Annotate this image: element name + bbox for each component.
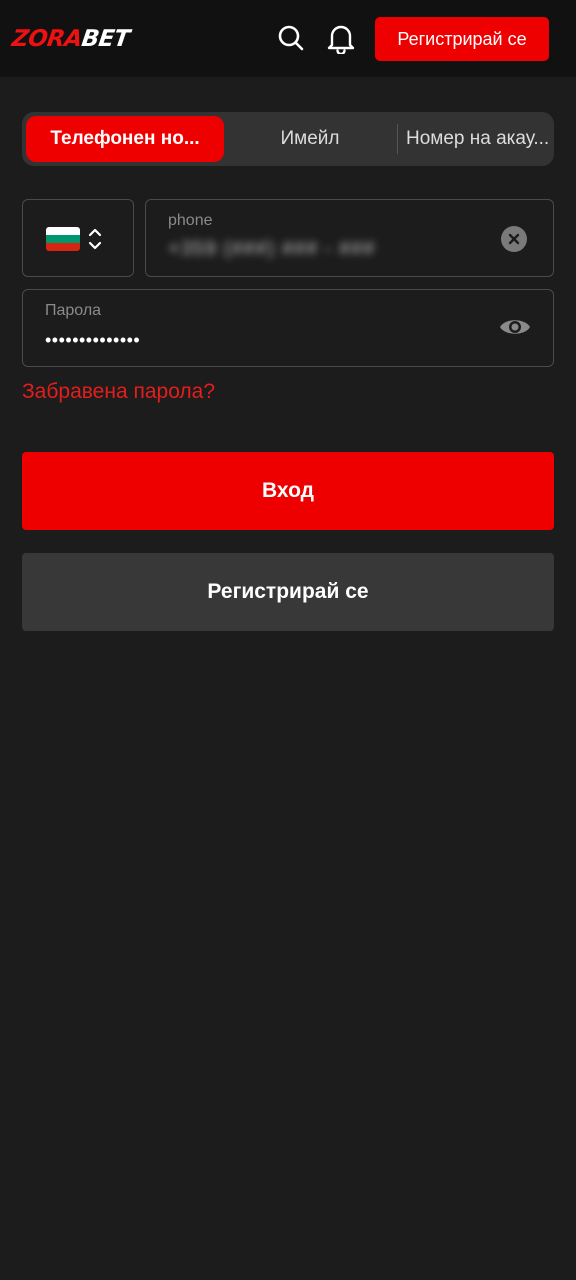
tab-email[interactable]: Имейл bbox=[224, 116, 396, 162]
tab-account-number[interactable]: Номер на акау... bbox=[398, 116, 550, 162]
top-header: ZORABET Регистрирай се bbox=[0, 0, 576, 77]
phone-value[interactable]: +359 (###) ### - ### bbox=[168, 238, 375, 261]
password-input[interactable]: Парола •••••••••••••• bbox=[22, 289, 554, 367]
forgot-password-link[interactable]: Забравена парола? bbox=[22, 380, 215, 404]
phone-input[interactable]: phone +359 (###) ### - ### bbox=[145, 199, 554, 277]
search-icon[interactable] bbox=[275, 22, 307, 54]
password-value[interactable]: •••••••••••••• bbox=[45, 330, 140, 351]
country-code-selector[interactable] bbox=[22, 199, 134, 277]
logo-text-zora: ZORA bbox=[10, 26, 84, 52]
bell-icon[interactable] bbox=[325, 22, 357, 54]
zorabet-logo[interactable]: ZORABET bbox=[10, 24, 131, 54]
chevron-up-down-icon bbox=[87, 226, 103, 257]
bulgaria-flag-icon bbox=[46, 227, 80, 251]
clear-icon[interactable] bbox=[501, 226, 527, 252]
password-label: Парола bbox=[45, 302, 102, 319]
logo-text-bet: BET bbox=[79, 26, 132, 52]
login-method-tabs: Телефонен но... Имейл Номер на акау... bbox=[22, 112, 554, 166]
tab-phone[interactable]: Телефонен но... bbox=[26, 116, 224, 162]
login-button[interactable]: Вход bbox=[22, 452, 554, 530]
header-register-button[interactable]: Регистрирай се bbox=[375, 17, 549, 61]
eye-icon[interactable] bbox=[499, 315, 531, 344]
register-button[interactable]: Регистрирай се bbox=[22, 553, 554, 631]
phone-label: phone bbox=[168, 212, 213, 229]
